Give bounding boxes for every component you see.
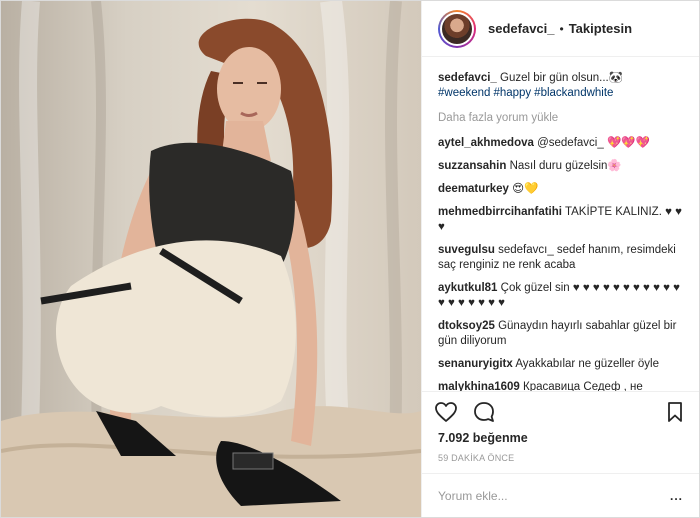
- comment-username[interactable]: senanuryigitx: [438, 358, 513, 370]
- header-username[interactable]: sedefavci_: [488, 21, 555, 36]
- comment-username[interactable]: dtoksoy25: [438, 320, 495, 332]
- likes-label: beğenme: [472, 431, 528, 445]
- comment-username[interactable]: suzzansahin: [438, 160, 506, 172]
- more-options-icon[interactable]: ...: [670, 489, 683, 503]
- comment-username[interactable]: mehmedbirrcihanfatihi: [438, 206, 562, 218]
- comment: suzzansahin Nasıl duru güzelsin🌸: [438, 159, 687, 174]
- post-photo[interactable]: [1, 1, 421, 517]
- comment-username[interactable]: aykutkul81: [438, 282, 497, 294]
- caption-text: Guzel bir gün olsun...🐼: [500, 72, 624, 84]
- caption: sedefavci_ Guzel bir gün olsun...🐼 #week…: [438, 71, 687, 101]
- comment: aytel_akhmedova @sedefavci_ 💖💖💖: [438, 136, 687, 151]
- photo-illustration: [1, 1, 421, 517]
- comment: suvegulsu sedefavcı_ sedef hanım, resimd…: [438, 243, 687, 273]
- avatar-image: [440, 11, 474, 46]
- hashtag-link[interactable]: #happy: [493, 87, 531, 99]
- comment: aykutkul81 Çok güzel sin ♥ ♥ ♥ ♥ ♥ ♥ ♥ ♥…: [438, 281, 687, 311]
- hashtag-link[interactable]: #blackandwhite: [534, 87, 613, 99]
- comment-username[interactable]: malykhina1609: [438, 381, 520, 391]
- comment-input[interactable]: [438, 488, 658, 503]
- likes-number: 7.092: [438, 431, 470, 445]
- comment-text: Nasıl duru güzelsin🌸: [509, 160, 622, 172]
- bookmark-icon[interactable]: [663, 400, 687, 424]
- comment-text: 😍💛: [512, 183, 539, 195]
- post-header: sedefavci_ • Takiptesin: [422, 1, 699, 57]
- heart-icon[interactable]: [434, 400, 458, 424]
- comment: senanuryigitx Ayakkabılar ne güzeller öy…: [438, 357, 687, 372]
- add-comment-bar: ...: [422, 473, 699, 517]
- follow-status-button[interactable]: Takiptesin: [569, 21, 632, 36]
- comment: mehmedbirrcihanfatihi TAKİPTE KALINIZ. ♥…: [438, 205, 687, 235]
- instagram-post-window: sedefavci_ • Takiptesin sedefavci_ Guzel…: [0, 0, 700, 518]
- likes-count[interactable]: 7.092 beğenme: [422, 431, 699, 449]
- comment-text: @sedefavci_ 💖💖💖: [537, 137, 650, 149]
- comment-username[interactable]: aytel_akhmedova: [438, 137, 534, 149]
- hashtags: #weekend #happy #blackandwhite: [438, 86, 687, 101]
- comment: dtoksoy25 Günaydın hayırlı sabahlar güze…: [438, 319, 687, 349]
- post-sidebar: sedefavci_ • Takiptesin sedefavci_ Guzel…: [421, 1, 699, 517]
- comments-list: sedefavci_ Guzel bir gün olsun...🐼 #week…: [422, 57, 699, 391]
- comment-username[interactable]: suvegulsu: [438, 244, 495, 256]
- action-bar: [422, 391, 699, 431]
- avatar[interactable]: [438, 9, 476, 48]
- comment: malykhina1609 Красавица Седеф , не перес…: [438, 380, 687, 391]
- comment-bubble-icon[interactable]: [472, 400, 496, 424]
- post-timestamp[interactable]: 59 DAKİKA ÖNCE: [422, 449, 699, 473]
- comment: deematurkey 😍💛: [438, 182, 687, 197]
- separator-dot: •: [559, 21, 564, 36]
- load-more-comments-link[interactable]: Daha fazla yorum yükle: [438, 111, 687, 126]
- hashtag-link[interactable]: #weekend: [438, 87, 490, 99]
- comment-text: Ayakkabılar ne güzeller öyle: [515, 358, 659, 370]
- comment-username[interactable]: deematurkey: [438, 183, 509, 195]
- caption-username[interactable]: sedefavci_: [438, 72, 497, 84]
